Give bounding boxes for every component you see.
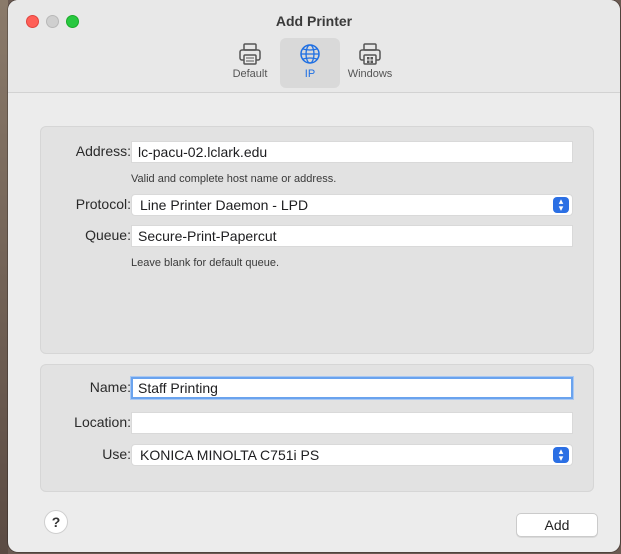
add-button[interactable]: Add [516, 513, 598, 537]
name-label: Name: [89, 379, 131, 395]
chevron-updown-icon: ▴ ▾ [553, 447, 569, 463]
windows-printer-icon [359, 43, 381, 65]
use-label: Use: [102, 446, 131, 462]
location-label: Location: [74, 414, 131, 430]
tab-windows[interactable]: Windows [340, 38, 400, 88]
queue-hint: Leave blank for default queue. [131, 257, 280, 269]
tab-ip[interactable]: IP [280, 38, 340, 88]
use-select[interactable]: KONICA MINOLTA C751i PS ▴ ▾ [131, 444, 573, 466]
tab-ip-label: IP [304, 68, 316, 80]
location-field[interactable] [131, 412, 573, 434]
use-row: Use: KONICA MINOLTA C751i PS ▴ ▾ [41, 444, 593, 466]
globe-icon [300, 44, 320, 64]
protocol-label: Protocol: [75, 196, 131, 212]
location-row: Location: [41, 412, 593, 434]
help-button[interactable]: ? [44, 510, 68, 534]
details-panel: Name: Location: Use: KONICA MINOLTA C751… [40, 364, 594, 492]
queue-label: Queue: [85, 227, 131, 243]
address-row: Address: [41, 141, 593, 163]
queue-row: Queue: [41, 225, 593, 247]
tab-default[interactable]: Default [220, 38, 280, 88]
chevron-updown-icon: ▴ ▾ [553, 197, 569, 213]
toolbar-tabs: Default IP Windows [220, 38, 400, 88]
address-field[interactable] [131, 141, 573, 163]
address-label: Address: [75, 143, 131, 159]
titlebar: Add Printer Default IP Windows [8, 0, 620, 93]
connection-panel: Address: Valid and complete host name or… [40, 126, 594, 354]
window-title: Add Printer [275, 13, 353, 29]
name-row: Name: [41, 377, 593, 399]
tab-default-label: Default [232, 68, 268, 80]
queue-field[interactable] [131, 225, 573, 247]
protocol-row: Protocol: Line Printer Daemon - LPD ▴ ▾ [41, 194, 593, 216]
protocol-value: Line Printer Daemon - LPD [140, 197, 309, 213]
name-field[interactable] [131, 377, 573, 399]
desktop-backdrop [0, 0, 8, 554]
printer-icon [239, 43, 261, 65]
add-printer-window: Add Printer Default IP Windows Address: … [8, 0, 620, 552]
protocol-select[interactable]: Line Printer Daemon - LPD ▴ ▾ [131, 194, 573, 216]
use-value: KONICA MINOLTA C751i PS [140, 447, 320, 463]
tab-windows-label: Windows [347, 68, 393, 80]
address-hint: Valid and complete host name or address. [131, 173, 337, 185]
